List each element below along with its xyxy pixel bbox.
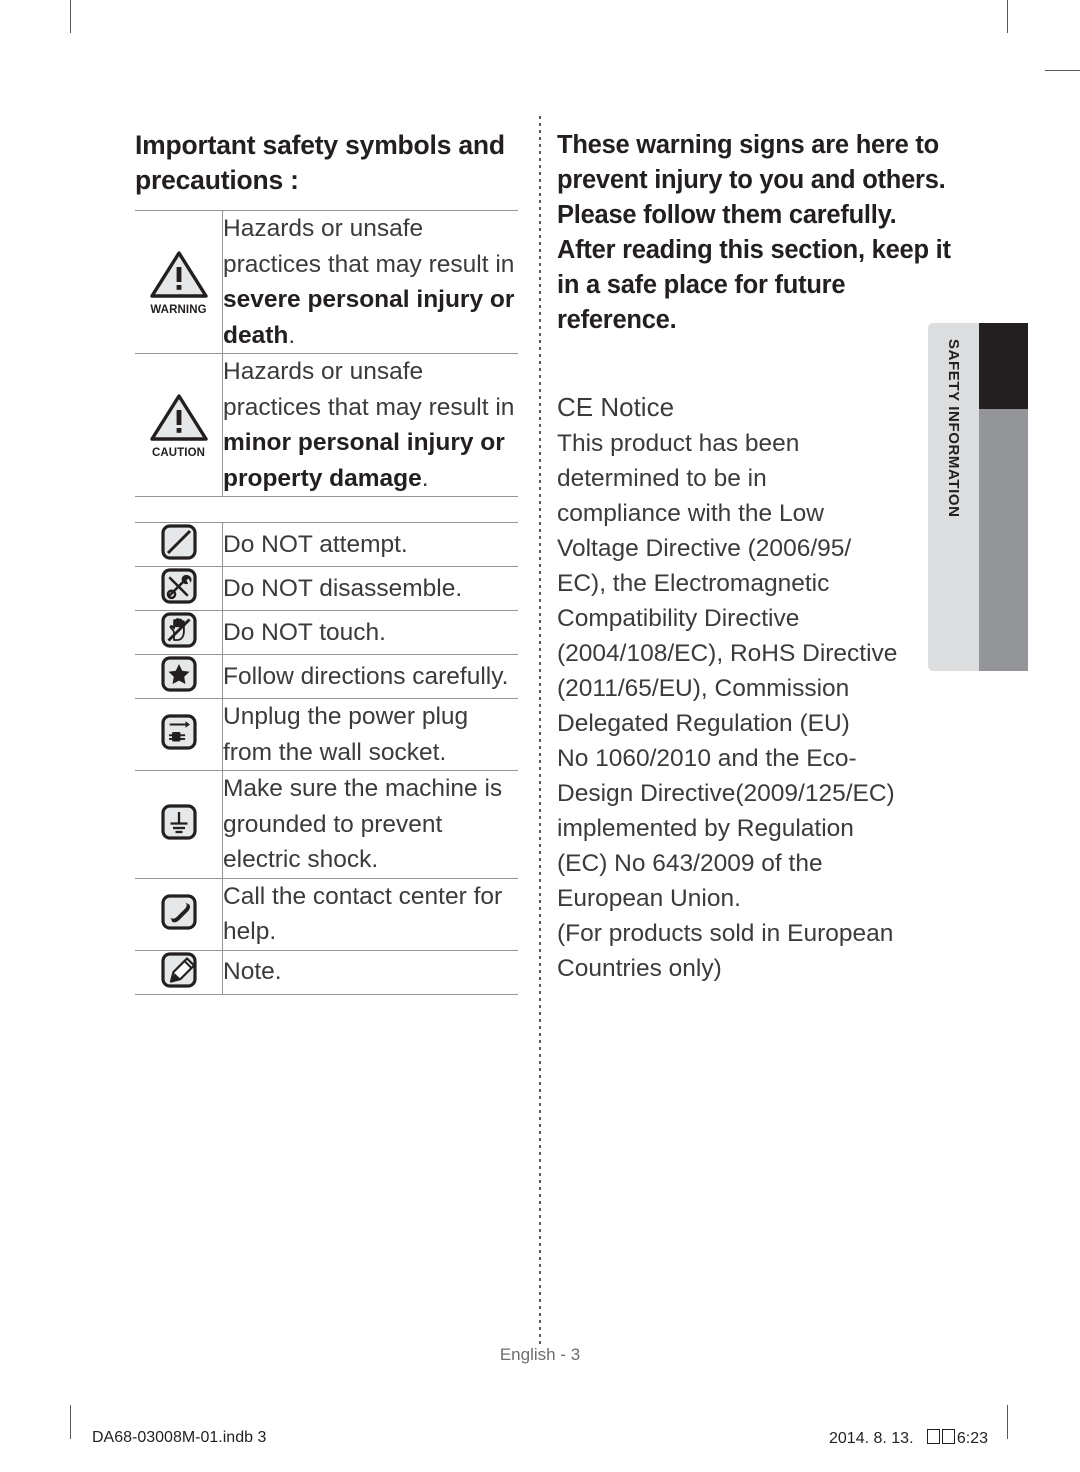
cjk-glyph-placeholder	[918, 1429, 957, 1447]
table-row: Unplug the power plug from the wall sock…	[135, 698, 518, 771]
grounding-icon	[160, 803, 198, 846]
ce-line: (For products sold in European	[557, 920, 894, 947]
intro-line: After reading this section,	[557, 236, 865, 264]
column-divider	[539, 116, 541, 1348]
intro-line: and others.	[810, 166, 946, 194]
ce-line: determined to be in	[557, 465, 767, 492]
table-row: Do NOT disassemble.	[135, 566, 518, 611]
document-page: Important safety symbols and precautions…	[0, 0, 1080, 1472]
ce-line: No 1060/2010 and the Eco-	[557, 745, 857, 772]
crop-mark-bottom-left	[70, 1405, 71, 1439]
severity-text-tail: .	[421, 464, 429, 492]
severity-symbol-cell: WARNING	[135, 210, 223, 354]
page-number: English - 3	[499, 1345, 581, 1364]
table-spacer	[135, 497, 518, 522]
print-timestamp: 2014. 8. 13. 6:23	[829, 1429, 988, 1448]
ce-line: Voltage Directive (2006/95/	[557, 535, 852, 562]
ce-line: This product has been	[557, 430, 800, 457]
instruction-text-cell: Note.	[222, 949, 518, 995]
instruction-text-cell: Make sure the machine is grounded to pre…	[222, 770, 518, 878]
instruction-symbol-cell	[135, 770, 223, 878]
ce-line: (2011/65/EU), Commission	[557, 675, 850, 702]
severity-symbol-table: WARNING Hazards or unsafe practices that…	[135, 210, 518, 497]
side-tab-label-wrap: SAFETY INFORMATION	[928, 323, 979, 671]
table-row: Do NOT touch.	[135, 610, 518, 655]
warning-triangle-icon: WARNING	[149, 244, 208, 320]
severity-text-cell: Hazards or unsafe practices that may res…	[222, 210, 518, 354]
severity-text-plain: Hazards or unsafe practices that may res…	[223, 215, 515, 278]
caution-label: CAUTION	[151, 447, 206, 459]
instruction-symbol-cell	[135, 610, 223, 655]
instruction-symbol-cell	[135, 949, 223, 995]
print-file-name: DA68-03008M-01.indb 3	[92, 1429, 267, 1446]
do-not-disassemble-icon	[160, 567, 198, 610]
warning-intro-paragraph: These warning signs are here to prevent …	[557, 128, 957, 338]
intro-line: These warning signs are	[557, 131, 849, 159]
ce-line: (2004/108/EC), RoHS Directive	[557, 640, 898, 667]
ce-line: implemented by Regulation	[557, 815, 854, 842]
instruction-text-cell: Do NOT touch.	[222, 610, 518, 655]
crop-mark-top-right-h	[1045, 70, 1080, 71]
crop-mark-bottom-right	[1007, 1405, 1008, 1439]
severity-text-plain: Hazards or unsafe practices that may res…	[223, 358, 515, 421]
table-row: Note.	[135, 949, 518, 995]
intro-line: Please follow them carefully.	[557, 201, 897, 229]
ce-line: EC), the Electromagnetic	[557, 570, 830, 597]
ce-line: European Union.	[557, 885, 741, 912]
print-date: 2014. 8. 13.	[829, 1430, 914, 1447]
section-side-tab: SAFETY INFORMATION	[928, 323, 1028, 671]
print-time: 6:23	[956, 1430, 988, 1447]
crop-mark-top-right	[1007, 0, 1008, 33]
instruction-symbol-cell	[135, 566, 223, 611]
ce-line: Compatibility Directive	[557, 605, 800, 632]
instruction-text-cell: Call the contact center for help.	[222, 877, 518, 950]
severity-text-bold: minor personal injury or property damage	[223, 429, 505, 492]
warning-label: WARNING	[150, 304, 207, 316]
do-not-touch-icon	[160, 611, 198, 654]
table-row: Follow directions carefully.	[135, 654, 518, 699]
ce-line: Delegated Regulation (EU)	[557, 710, 850, 737]
caution-triangle-icon: CAUTION	[149, 387, 208, 463]
side-tab-active-marker	[979, 323, 1028, 409]
ce-line: compliance with the Low	[557, 500, 824, 527]
ce-notice-body: This product has been determined to be i…	[557, 426, 957, 986]
instruction-symbol-cell	[135, 522, 223, 567]
severity-text-cell: Hazards or unsafe practices that may res…	[222, 353, 518, 497]
ce-notice-heading: CE Notice	[557, 392, 675, 422]
instruction-symbol-cell	[135, 698, 223, 771]
table-row: Do NOT attempt.	[135, 522, 518, 567]
crop-mark-top-left	[70, 0, 71, 33]
severity-text-bold: severe personal injury or death	[223, 286, 515, 349]
instruction-symbol-cell	[135, 877, 223, 950]
do-not-attempt-icon	[160, 523, 198, 566]
table-row: WARNING Hazards or unsafe practices that…	[135, 210, 518, 354]
table-row: CAUTION Hazards or unsafe practices that…	[135, 353, 518, 497]
instruction-text-cell: Do NOT disassemble.	[222, 566, 518, 611]
severity-text-tail: .	[288, 321, 296, 349]
ce-line: (EC) No 643/2009 of the	[557, 850, 823, 877]
follow-directions-icon	[160, 655, 198, 698]
instruction-symbol-cell	[135, 654, 223, 699]
note-pencil-icon	[160, 951, 198, 994]
ce-line: Design Directive(2009/125/EC)	[557, 780, 895, 807]
severity-symbol-cell: CAUTION	[135, 353, 223, 497]
table-row: Call the contact center for help.	[135, 877, 518, 950]
table-row: Make sure the machine is grounded to pre…	[135, 770, 518, 878]
ce-line: Countries only)	[557, 955, 722, 982]
instruction-symbol-table: Do NOT attempt. Do NOT disassemble. Do N…	[135, 522, 518, 995]
instruction-text-cell: Unplug the power plug from the wall sock…	[222, 698, 518, 771]
call-contact-center-icon	[160, 893, 198, 936]
right-column: These warning signs are here to prevent …	[557, 128, 957, 986]
unplug-power-icon	[160, 713, 198, 756]
instruction-text-cell: Do NOT attempt.	[222, 522, 518, 567]
instruction-text-cell: Follow directions carefully.	[222, 654, 518, 699]
left-column: Important safety symbols and precautions…	[135, 128, 518, 995]
side-tab-label: SAFETY INFORMATION	[945, 339, 962, 518]
page-title: Important safety symbols and precautions…	[135, 130, 505, 195]
